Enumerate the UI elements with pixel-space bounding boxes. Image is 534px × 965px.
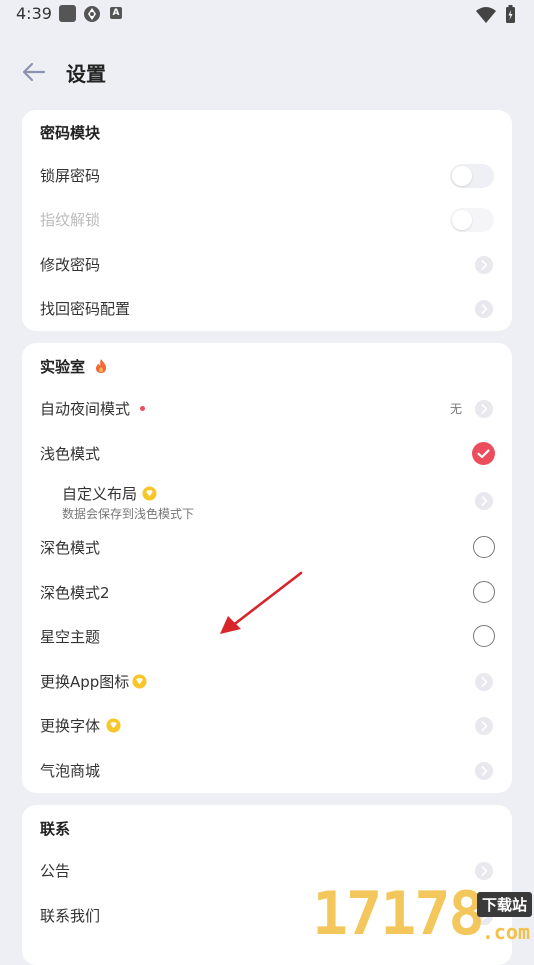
row-subtitle: 数据会保存到浅色模式下 xyxy=(62,507,195,521)
custom-layout-row[interactable]: 自定义布局 数据会保存到浅色模式下 xyxy=(22,476,512,526)
chevron-right-icon xyxy=(475,300,493,318)
unchecked-radio-icon[interactable] xyxy=(473,536,495,558)
toggle-knob xyxy=(452,210,472,230)
dark-mode-row[interactable]: 深色模式 xyxy=(22,526,512,570)
fingerprint-unlock-row: 指纹解锁 xyxy=(22,198,512,242)
row-label: 找回密码配置 xyxy=(40,300,131,318)
unchecked-radio-icon[interactable] xyxy=(473,625,495,647)
section-title: 联系 xyxy=(40,820,71,838)
notification-a-icon: A xyxy=(110,7,122,19)
vip-icon xyxy=(132,674,147,689)
change-app-icon-row[interactable]: 更换App图标 xyxy=(22,660,512,704)
password-section-card: 密码模块 锁屏密码 指纹解锁 修改密码 找回密码配置 xyxy=(22,110,512,331)
chevron-right-icon xyxy=(475,492,493,510)
status-bar: 4:39 A xyxy=(0,0,534,30)
row-label: 指纹解锁 xyxy=(40,211,101,229)
row-label: 锁屏密码 xyxy=(40,167,101,185)
status-time: 4:39 xyxy=(16,4,52,23)
row-label: 深色模式2 xyxy=(40,584,110,602)
fingerprint-toggle xyxy=(450,208,494,232)
row-label: 联系我们 xyxy=(40,907,101,925)
chevron-right-icon xyxy=(475,400,493,418)
row-label: 自动夜间模式 xyxy=(40,400,131,418)
row-label: 修改密码 xyxy=(40,256,101,274)
lock-screen-toggle[interactable] xyxy=(450,164,494,188)
lock-screen-password-row[interactable]: 锁屏密码 xyxy=(22,154,512,198)
app-header: 设置 xyxy=(0,52,534,92)
new-badge-dot xyxy=(140,406,145,411)
wifi-battery-icon xyxy=(476,5,515,23)
row-label: 公告 xyxy=(40,862,71,880)
annotation-arrow xyxy=(220,571,303,634)
recover-password-row[interactable]: 找回密码配置 xyxy=(22,287,512,331)
chevron-right-icon xyxy=(475,256,493,274)
toggle-knob xyxy=(452,166,472,186)
notification-app-icon xyxy=(84,6,100,22)
section-title: 实验室 xyxy=(40,358,86,376)
section-title: 密码模块 xyxy=(40,124,101,142)
chevron-right-icon xyxy=(475,717,493,735)
change-font-row[interactable]: 更换字体 xyxy=(22,704,512,748)
watermark-number: 17178 xyxy=(312,879,485,949)
checked-radio-icon[interactable] xyxy=(472,442,495,465)
chevron-right-icon xyxy=(475,762,493,780)
vip-icon xyxy=(106,718,121,733)
row-label: 深色模式 xyxy=(40,539,101,557)
vip-icon xyxy=(142,486,157,501)
auto-night-mode-row[interactable]: 自动夜间模式 无 xyxy=(22,387,512,431)
light-mode-row[interactable]: 浅色模式 xyxy=(22,432,512,476)
chevron-right-icon xyxy=(475,673,493,691)
notification-square-icon xyxy=(59,5,76,22)
watermark-tag: 下载站 xyxy=(476,892,532,917)
row-label: 更换字体 xyxy=(40,717,101,735)
watermark-domain: .com xyxy=(481,920,530,944)
row-label: 浅色模式 xyxy=(40,445,101,463)
watermark-logo: 17178 下载站 .com xyxy=(300,878,534,950)
bubble-store-row[interactable]: 气泡商城 xyxy=(22,749,512,793)
flame-icon xyxy=(96,359,106,373)
row-label: 气泡商城 xyxy=(40,762,101,780)
row-label: 星空主题 xyxy=(40,628,101,646)
page-title: 设置 xyxy=(66,62,106,86)
auto-night-mode-value: 无 xyxy=(449,402,462,416)
row-label: 更换App图标 xyxy=(40,673,130,691)
back-arrow-icon[interactable] xyxy=(20,58,48,86)
change-password-row[interactable]: 修改密码 xyxy=(22,243,512,287)
unchecked-radio-icon[interactable] xyxy=(473,581,495,603)
row-label: 自定义布局 xyxy=(62,485,138,503)
